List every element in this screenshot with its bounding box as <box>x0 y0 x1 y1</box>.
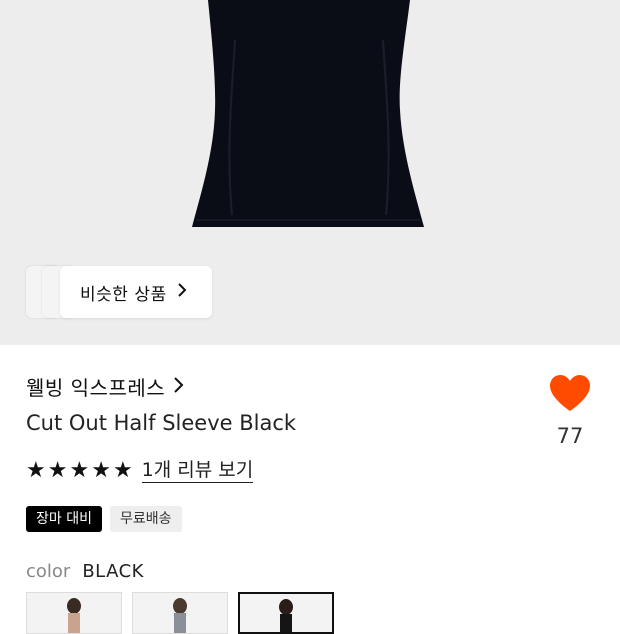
model-thumbnail <box>67 598 81 633</box>
star-icon: ★ <box>91 458 111 483</box>
color-option[interactable] <box>26 592 122 634</box>
model-thumbnail <box>279 599 293 632</box>
color-label: color <box>26 561 71 582</box>
badges: 장마 대비 무료배송 <box>26 506 182 532</box>
product-title: Cut Out Half Sleeve Black <box>26 411 297 435</box>
star-icon: ★ <box>112 458 133 483</box>
rating-stars: ★ ★ ★ ★ ★ <box>26 460 133 482</box>
like-button[interactable] <box>546 374 594 416</box>
color-option-selected[interactable] <box>238 592 334 634</box>
similar-products-chip: 비슷한 상품 <box>60 266 212 318</box>
brand-name: 웰빙 익스프레스 <box>26 376 166 400</box>
product-image-area[interactable]: 비슷한 상품 <box>0 0 620 345</box>
color-value: BLACK <box>82 561 144 582</box>
similar-products-label: 비슷한 상품 <box>80 284 167 305</box>
similar-products-button[interactable]: 비슷한 상품 <box>26 266 212 318</box>
star-icon: ★ <box>69 458 90 483</box>
color-option[interactable] <box>132 592 228 634</box>
badge-rainy-season: 장마 대비 <box>26 506 102 532</box>
brand-link[interactable]: 웰빙 익스프레스 <box>26 372 184 401</box>
color-options <box>26 592 334 634</box>
heart-icon <box>550 375 590 411</box>
rating-row: ★ ★ ★ ★ ★ 1개 리뷰 보기 <box>26 459 254 483</box>
star-icon: ★ <box>26 458 46 483</box>
color-row: color BLACK <box>26 561 144 582</box>
like-count: 77 <box>556 424 584 448</box>
badge-free-shipping: 무료배송 <box>109 506 182 532</box>
star-icon: ★ <box>47 458 68 483</box>
model-thumbnail <box>173 598 187 633</box>
chevron-right-icon <box>177 282 187 303</box>
chevron-right-icon <box>173 375 184 399</box>
review-link[interactable]: 1개 리뷰 보기 <box>141 459 254 483</box>
